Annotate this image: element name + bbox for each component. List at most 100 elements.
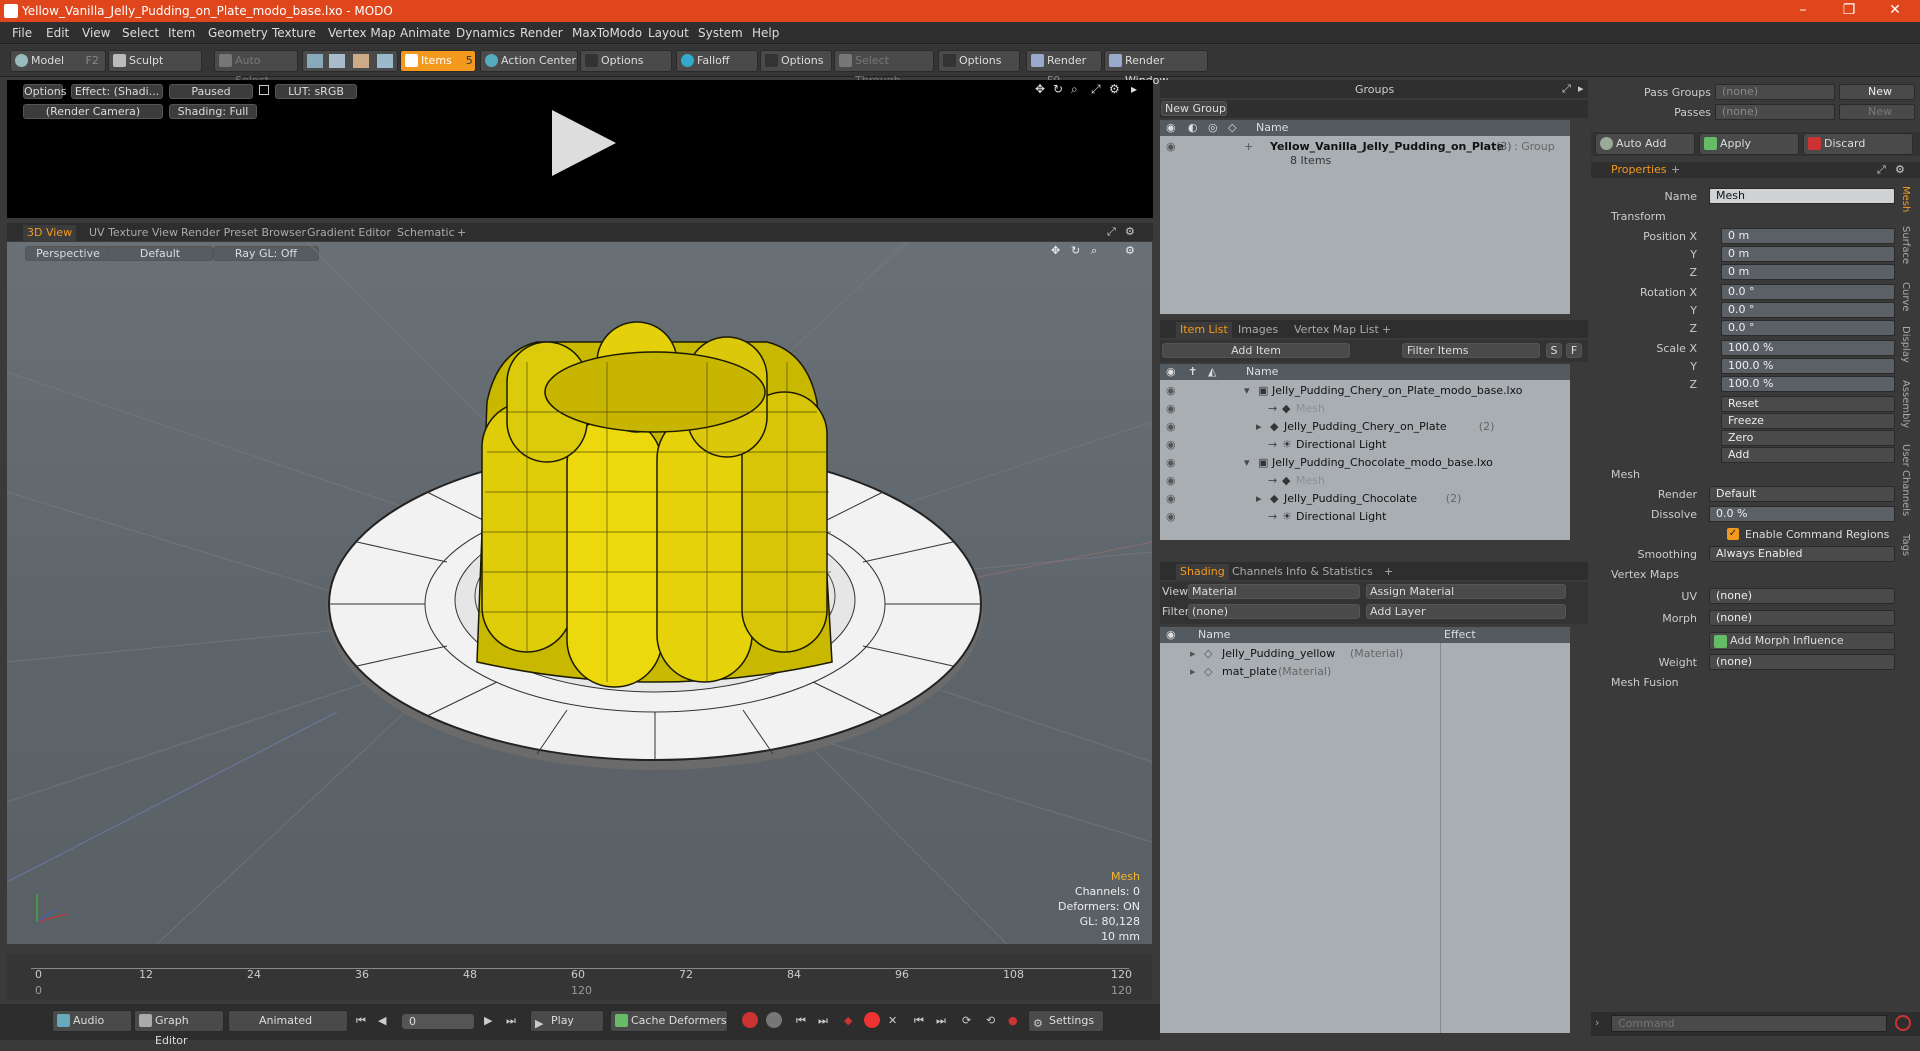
item-list-row[interactable]: ◉ → ☀ Directional Light (1160, 436, 1570, 454)
side-tab-mesh[interactable]: Mesh (1900, 186, 1911, 212)
menu-edit[interactable]: Edit (46, 26, 69, 40)
enable-command-regions-checkbox[interactable]: ✓ (1727, 528, 1739, 540)
tab-gradient-editor[interactable]: Gradient Editor (303, 225, 395, 241)
tab-item-list[interactable]: Item List (1176, 322, 1232, 338)
record-macro-icon[interactable] (1895, 1015, 1911, 1031)
cache-deformers-button[interactable]: Cache Deformers (610, 1010, 728, 1032)
side-tab-assembly[interactable]: Assembly (1900, 380, 1911, 428)
expand-icon[interactable]: + (1244, 138, 1253, 156)
graph-editor-button[interactable]: Graph Editor (134, 1010, 224, 1047)
eye-icon[interactable]: ◉ (1166, 418, 1176, 436)
close-button[interactable]: ✕ (1872, 0, 1918, 22)
expand-icon[interactable]: ▸ (1190, 663, 1196, 681)
expand-icon[interactable]: ▸ (1256, 418, 1262, 436)
item-list-row[interactable]: ◉ ▸ ◆ Jelly_Pudding_Chocolate (2) (1160, 490, 1570, 508)
expand-icon[interactable]: → (1268, 508, 1277, 526)
material-row[interactable]: ▸ ◇ mat_plate (Material) (1160, 663, 1570, 681)
shading-dropdown[interactable]: Shading: Full (169, 104, 257, 119)
discard-button[interactable]: Discard (1803, 133, 1913, 155)
mesh-section[interactable]: Mesh (1611, 468, 1640, 481)
select-through-options-button[interactable]: Options (938, 50, 1020, 72)
falloff-button[interactable]: Falloff (676, 50, 758, 72)
uv-dropdown[interactable]: (none) (1709, 588, 1895, 604)
weight-dropdown[interactable]: (none) (1709, 654, 1895, 670)
filter-items-input[interactable]: Filter Items (1402, 343, 1540, 358)
new-pass-group-button[interactable]: New (1839, 84, 1915, 100)
loop-icon[interactable]: ⟳ (962, 1014, 971, 1027)
item-list-row[interactable]: ◉ ▸ ◆ Jelly_Pudding_Chery_on_Plate (2) (1160, 418, 1570, 436)
record-small-icon[interactable]: ● (1008, 1014, 1018, 1027)
eye-icon[interactable]: ◉ (1166, 138, 1176, 156)
prev-key-icon[interactable]: ⏮ (796, 1014, 806, 1028)
add-layer-dropdown[interactable]: Add Layer (1366, 604, 1566, 619)
play-icon[interactable] (552, 110, 616, 176)
lut-dropdown[interactable]: LUT: sRGB (275, 84, 357, 99)
tab-shading[interactable]: Shading (1176, 564, 1229, 580)
tab-images[interactable]: Images (1234, 322, 1282, 338)
expand-icon[interactable]: ▸ (1190, 645, 1196, 663)
item-list-row[interactable]: ◉ → ◆ Mesh (1160, 472, 1570, 490)
name-input[interactable]: Mesh (1709, 188, 1895, 204)
menu-item[interactable]: Item (168, 26, 195, 40)
transform-section[interactable]: Transform (1611, 210, 1666, 223)
eye-icon[interactable]: ◉ (1166, 382, 1176, 400)
select-through-button[interactable]: Select Through (834, 50, 934, 87)
side-tab-surface[interactable]: Surface (1900, 226, 1911, 264)
add-tab-button[interactable]: + (453, 225, 470, 241)
menu-layout[interactable]: Layout (648, 26, 689, 40)
arrow-right-icon[interactable]: ▸ (1131, 82, 1137, 96)
expand-icon[interactable]: → (1268, 400, 1277, 418)
eye-icon[interactable]: ◉ (1166, 454, 1176, 472)
eye-icon[interactable]: ◉ (1166, 472, 1176, 490)
vertices-mode-icon[interactable] (307, 54, 323, 68)
menu-maxtomodo[interactable]: MaxToModo (572, 26, 642, 40)
eye-icon[interactable]: ◉ (1166, 490, 1176, 508)
frame-input[interactable]: 0 (402, 1014, 474, 1029)
menu-vertex-map[interactable]: Vertex Map (328, 26, 396, 40)
gear-icon[interactable]: ⚙ (1125, 225, 1135, 238)
item-list-row[interactable]: ◉ ▾ ▣ Jelly_Pudding_Chocolate_modo_base.lxo (1160, 454, 1570, 472)
record-key-icon[interactable] (742, 1012, 758, 1028)
render-dropdown[interactable]: Default (1709, 486, 1895, 502)
rotation-x-input[interactable]: 0.0 ° (1721, 284, 1895, 300)
menu-animate[interactable]: Animate (400, 26, 450, 40)
tab-properties[interactable]: Properties (1611, 163, 1667, 176)
step-back-icon[interactable]: ◀ (378, 1014, 386, 1027)
tab-info-statistics[interactable]: Info & Statistics (1282, 564, 1377, 580)
side-tab-curve[interactable]: Curve (1900, 282, 1911, 312)
step-forward-icon[interactable]: ▶ (484, 1014, 492, 1027)
next-key-icon[interactable]: ⏭ (818, 1014, 828, 1028)
go-to-start-icon[interactable]: ⏮ (356, 1014, 366, 1028)
tab-uv-texture-view[interactable]: UV Texture View (85, 225, 182, 241)
add-morph-influence-button[interactable]: Add Morph Influence (1709, 632, 1895, 650)
edges-mode-icon[interactable] (329, 54, 345, 68)
auto-select-button[interactable]: Auto Select (214, 50, 298, 87)
render-button[interactable]: Render F9 (1026, 50, 1102, 87)
maximize-icon[interactable]: ⤢ (1107, 225, 1116, 239)
expand-icon[interactable]: ▾ (1244, 454, 1250, 472)
tab-vertex-map-list[interactable]: Vertex Map List (1290, 322, 1383, 338)
items-mode-button[interactable]: Items 5 (400, 50, 476, 72)
position-y-input[interactable]: 0 m (1721, 246, 1895, 262)
play-button[interactable]: ▶ Play (530, 1010, 604, 1032)
render-camera-dropdown[interactable]: (Render Camera) (23, 104, 163, 119)
falloff-options-button[interactable]: Options (760, 50, 832, 72)
timeline[interactable]: 0 12 24 36 48 60 72 84 96 108 120 0 120 … (7, 954, 1152, 1000)
item-list-row[interactable]: ◉ → ☀ Directional Light (1160, 508, 1570, 526)
lock-icon[interactable] (259, 85, 269, 95)
expand-icon[interactable]: ▸ (1256, 490, 1262, 508)
add-tab-button[interactable]: + (1380, 564, 1397, 580)
menu-geometry[interactable]: Geometry (208, 26, 268, 40)
animated-dropdown[interactable]: Animated (228, 1010, 348, 1032)
polygons-mode-icon[interactable] (353, 54, 369, 68)
dissolve-input[interactable]: 0.0 % (1709, 506, 1895, 522)
action-center-options-button[interactable]: Options (580, 50, 672, 72)
position-x-input[interactable]: 0 m (1721, 228, 1895, 244)
menu-texture[interactable]: Texture (272, 26, 316, 40)
last-frame-icon[interactable]: ⏭ (936, 1014, 946, 1028)
vertex-maps-section[interactable]: Vertex Maps (1611, 568, 1679, 581)
menu-file[interactable]: File (12, 26, 32, 40)
paused-button[interactable]: Paused (169, 84, 253, 99)
auto-add-button[interactable]: Auto Add (1595, 133, 1695, 155)
item-list-row[interactable]: ◉ → ◆ Mesh (1160, 400, 1570, 418)
